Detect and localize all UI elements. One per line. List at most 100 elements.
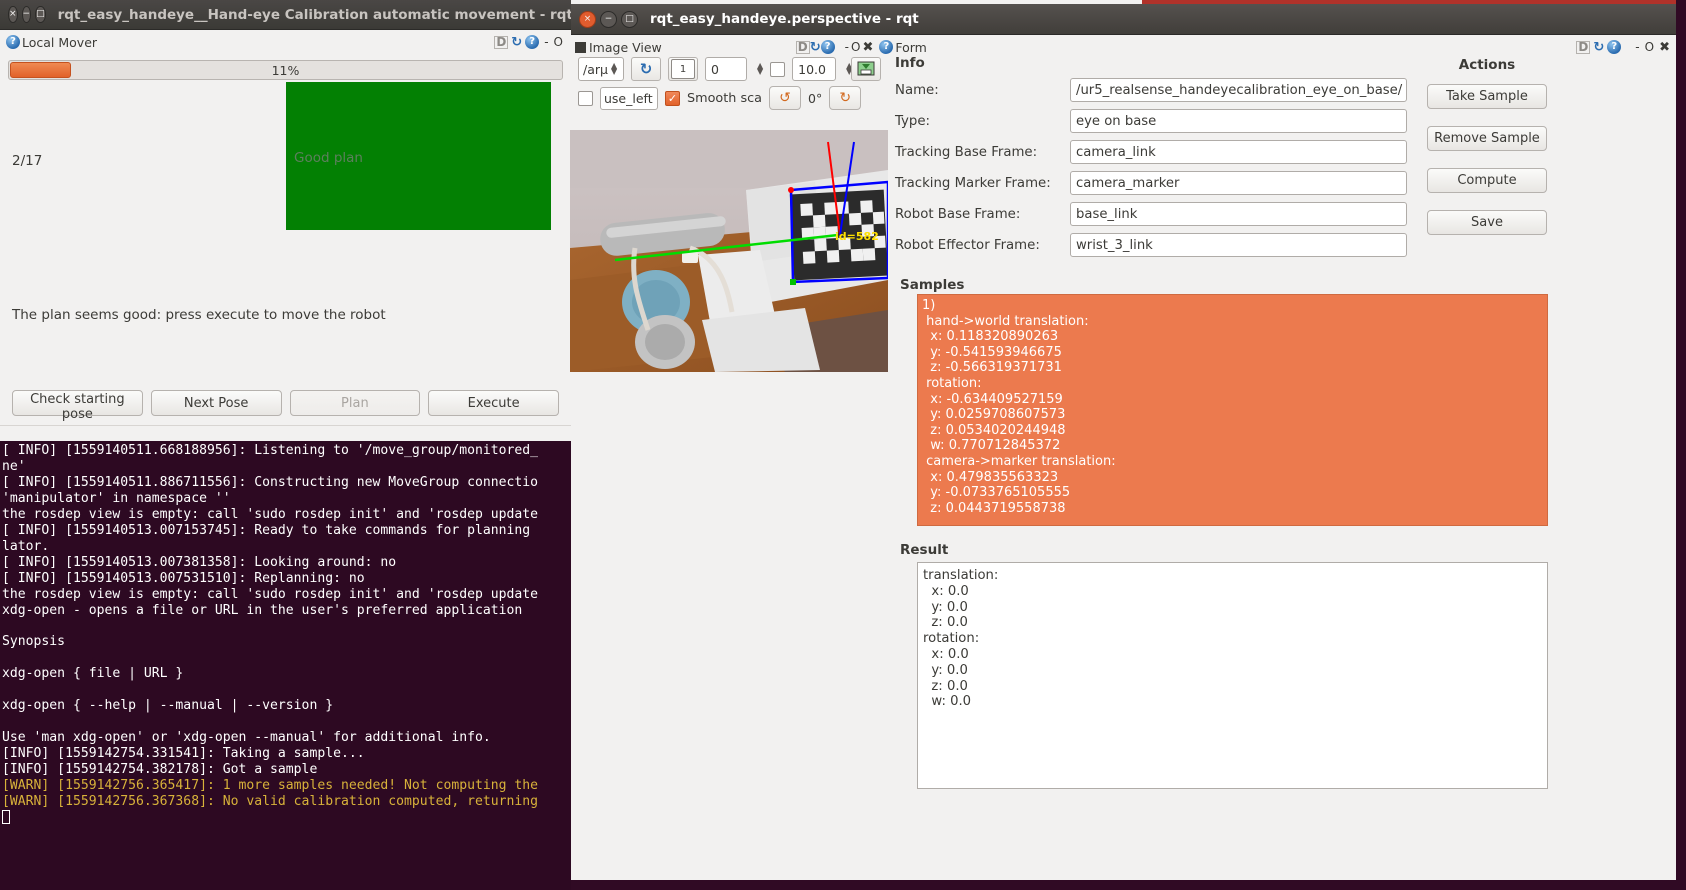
rotate-left-icon: ↺ [779, 90, 791, 106]
terminal-cursor [2, 809, 571, 827]
plugin-title-form: Form [895, 39, 927, 55]
form-dock-detach-icon[interactable]: D [1576, 40, 1591, 54]
compute-button[interactable]: Compute [1427, 168, 1547, 193]
close-button[interactable]: × [8, 6, 18, 23]
terminal-line: [WARN] [1559142756.365417]: 1 more sampl… [2, 778, 539, 794]
mover-button-row: Check starting pose Next Pose Plan Execu… [0, 390, 571, 422]
dock-controls: D ↻ ? - O [494, 35, 565, 50]
camera-image-view[interactable]: id=582 [570, 130, 888, 372]
right-window-titlebar[interactable]: × − □ rqt_easy_handeye.perspective - rqt [571, 4, 1686, 35]
left-window-titlebar[interactable]: × − □ rqt_easy_handeye__Hand-eye Calibra… [0, 0, 571, 30]
index-icon: 1 [671, 59, 695, 79]
field-type-input[interactable]: eye on base [1070, 109, 1407, 133]
close-button[interactable]: × [579, 10, 596, 28]
result-output[interactable]: translation: x: 0.0 y: 0.0 z: 0.0 rotati… [917, 562, 1548, 789]
field-tracking-marker-frame: Tracking Marker Frame: camera_marker [895, 171, 1407, 195]
form-minimize-icon[interactable]: - [1635, 40, 1641, 54]
terminal-line: [ INFO] [1559140513.007531510]: Replanni… [2, 570, 365, 586]
save-image-icon [857, 61, 875, 76]
dock-reload-icon[interactable]: ↻ [511, 35, 522, 50]
plan-button[interactable]: Plan [289, 390, 421, 416]
terminal-line: xdg-open { file | URL } [2, 666, 184, 682]
terminal-line: [ INFO] [1559140513.007381358]: Looking … [2, 554, 397, 570]
rotate-right-button[interactable]: ↻ [829, 86, 862, 110]
number-input-value: 0 [711, 61, 719, 77]
image-index-button[interactable]: 1 [668, 57, 698, 81]
smooth-scaling-label: Smooth sca [687, 90, 762, 106]
plan-status-box: Good plan [286, 82, 551, 230]
form-dock-help-icon[interactable]: ? [1607, 40, 1622, 54]
save-image-button[interactable] [851, 57, 881, 81]
remove-sample-button[interactable]: Remove Sample [1427, 126, 1547, 151]
dock-restore-icon[interactable]: O [554, 35, 565, 49]
max-range-input[interactable]: 10.0 [792, 57, 837, 81]
image-view-toolbar: /arµ ▲ ▼ ↻ 1 0 ▲ ▼ 10.0 ▲ ▼ use_left ✓ S… [578, 57, 890, 115]
rotate-right-icon: ↻ [839, 90, 852, 106]
terminal-line: xdg-open - opens a file or URL in the us… [2, 602, 523, 618]
field-type-label: Type: [895, 113, 931, 129]
minimize-button[interactable]: − [600, 10, 617, 28]
field-tracking-base-frame: Tracking Base Frame: camera_link [895, 140, 1407, 164]
terminal-line: 'manipulator' in namespace '' [2, 490, 231, 506]
imageview-dock-reload-icon[interactable]: ↻ [810, 40, 821, 55]
execute-button[interactable]: Execute [428, 390, 559, 416]
topic-combo-spinner-icon[interactable]: ▲ ▼ [611, 62, 617, 76]
refresh-topics-button[interactable]: ↻ [631, 57, 661, 81]
terminal-output[interactable]: [ INFO] [1559140511.668188956]: Listenin… [0, 441, 571, 890]
local-mover-plugin-bar: ? Local Mover D ↻ ? - O [0, 30, 571, 54]
samples-heading: Samples [900, 277, 965, 293]
field-robot-base-frame-input[interactable]: base_link [1070, 202, 1407, 226]
terminal-line: the rosdep view is empty: call 'sudo ros… [2, 586, 539, 602]
status-message: The plan seems good: press execute to mo… [12, 307, 386, 323]
maximize-button[interactable]: □ [35, 6, 46, 23]
mouse-topic-input[interactable]: use_left [600, 86, 658, 110]
check-starting-pose-button[interactable]: Check starting pose [12, 390, 143, 422]
take-sample-button[interactable]: Take Sample [1427, 84, 1547, 109]
progress-bar: 11% [8, 60, 563, 80]
maximize-button[interactable]: □ [621, 10, 638, 28]
save-button[interactable]: Save [1427, 210, 1547, 235]
smooth-scaling-checkbox[interactable]: ✓ [665, 90, 680, 106]
terminal-line: xdg-open { --help | --manual | --version… [2, 698, 334, 714]
field-robot-effector-frame-input[interactable]: wrist_3_link [1070, 233, 1407, 257]
dynamic-range-checkbox[interactable] [770, 61, 786, 77]
form-dock-reload-icon[interactable]: ↻ [1593, 40, 1604, 55]
samples-list[interactable]: 1) hand->world translation: x: 0.1183208… [917, 294, 1548, 526]
field-robot-effector-frame: Robot Effector Frame: wrist_3_link [895, 233, 1407, 257]
next-pose-button[interactable]: Next Pose [150, 390, 282, 416]
pose-counter: 2/17 [12, 153, 43, 169]
imageview-dock-help-icon[interactable]: ? [820, 40, 835, 54]
terminal-line: ne' [2, 458, 26, 474]
field-name: Name: /ur5_realsense_handeyecalibration_… [895, 78, 1407, 102]
dock-help-icon[interactable]: ? [525, 35, 540, 49]
form-close-icon[interactable]: ✖ [1659, 40, 1670, 55]
dock-detach-icon[interactable]: D [494, 35, 509, 49]
field-name-input[interactable]: /ur5_realsense_handeyecalibration_eye_on… [1070, 78, 1407, 102]
publish-click-checkbox[interactable] [578, 90, 593, 106]
form-restore-icon[interactable]: O [1645, 40, 1656, 54]
imageview-close-icon[interactable]: ✖ [862, 40, 873, 55]
rotate-left-button[interactable]: ↺ [769, 86, 801, 110]
imageview-dock-detach-icon[interactable]: D [795, 40, 810, 54]
terminal-line: Use 'man xdg-open' or 'xdg-open --manual… [2, 730, 491, 746]
imageview-restore-icon[interactable]: O [851, 40, 862, 54]
terminal-line: [ INFO] [1559140513.007153745]: Ready to… [2, 522, 539, 538]
number-spinner-icon[interactable]: ▲ ▼ [757, 62, 763, 76]
field-tracking-marker-frame-label: Tracking Marker Frame: [895, 175, 1051, 191]
number-input[interactable]: 0 [705, 57, 747, 81]
field-tracking-base-frame-input[interactable]: camera_link [1070, 140, 1407, 164]
dock-minimize-icon[interactable]: - [544, 35, 550, 49]
window-top-accent [1142, 0, 1686, 4]
field-tracking-marker-frame-input[interactable]: camera_marker [1070, 171, 1407, 195]
topic-combo[interactable]: /arµ ▲ ▼ [578, 57, 624, 81]
field-robot-base-frame: Robot Base Frame: base_link [895, 202, 1407, 226]
actions-heading: Actions [1458, 57, 1516, 73]
terminal-line: [INFO] [1559142754.382178]: Got a sample [2, 762, 318, 778]
desktop-right-edge [1676, 0, 1686, 890]
minimize-button[interactable]: − [21, 6, 32, 23]
local-mover-body: 2/17 Good plan The plan seems good: pres… [0, 80, 571, 447]
left-window-title: rqt_easy_handeye__Hand-eye Calibration a… [57, 6, 571, 23]
